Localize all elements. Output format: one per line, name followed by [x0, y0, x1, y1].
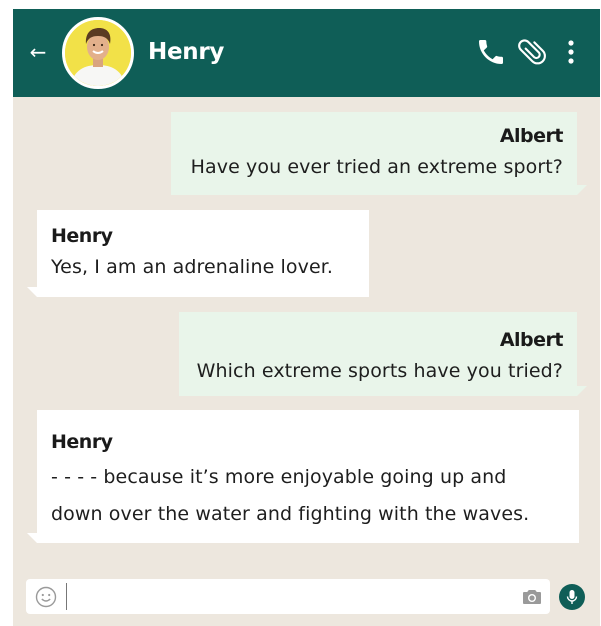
- bubble-tail: [577, 185, 587, 195]
- message-text: Yes, I am an adrenaline lover.: [51, 256, 334, 278]
- back-arrow-icon[interactable]: ←: [25, 37, 51, 67]
- message-bubble-outgoing: Albert Have you ever tried an extreme sp…: [171, 112, 577, 195]
- bubble-tail: [577, 386, 587, 396]
- bubble-tail: [27, 533, 37, 543]
- chat-header: ← Henry: [13, 9, 600, 97]
- message-composer: [26, 579, 550, 614]
- message-text: - - - - because it’s more enjoyable goin…: [51, 466, 507, 488]
- message-sender: Henry: [51, 225, 113, 247]
- message-sender: Henry: [51, 431, 113, 453]
- menu-dots-icon[interactable]: [558, 36, 584, 68]
- message-text: Which extreme sports have you tried?: [196, 360, 563, 382]
- camera-icon[interactable]: [520, 585, 544, 609]
- bubble-tail: [27, 287, 37, 297]
- message-sender: Albert: [499, 329, 564, 351]
- message-bubble-incoming: Henry Yes, I am an adrenaline lover.: [37, 210, 369, 297]
- paperclip-icon[interactable]: [515, 36, 547, 68]
- message-text: Have you ever tried an extreme sport?: [190, 156, 563, 178]
- message-text: down over the water and fighting with th…: [51, 503, 530, 525]
- message-input[interactable]: [66, 583, 515, 610]
- message-bubble-outgoing: Albert Which extreme sports have you tri…: [179, 312, 577, 396]
- contact-name[interactable]: Henry: [148, 35, 224, 69]
- message-bubble-incoming: Henry - - - - because it’s more enjoyabl…: [37, 410, 579, 543]
- avatar[interactable]: [62, 17, 134, 89]
- chat-window: ← Henry Albert Have you ever tried an ex…: [13, 9, 600, 626]
- message-sender: Albert: [499, 125, 564, 147]
- phone-icon[interactable]: [475, 36, 507, 68]
- mic-icon[interactable]: [559, 584, 585, 610]
- emoji-icon[interactable]: [34, 585, 58, 609]
